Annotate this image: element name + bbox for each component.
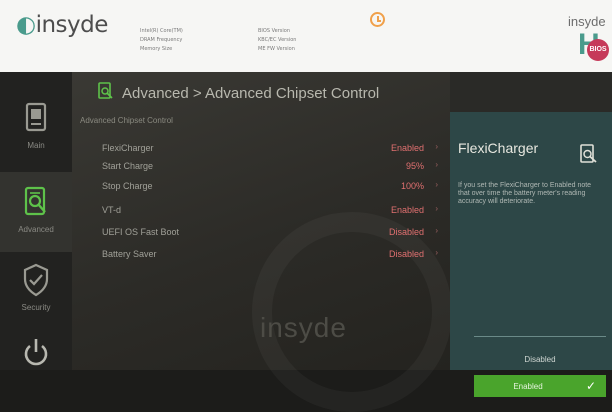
help-description: If you set the FlexiCharger to Enabled n… — [458, 182, 592, 205]
setting-value: 95% — [405, 161, 424, 171]
sidebar-item-advanced[interactable]: Advanced — [0, 172, 72, 252]
setting-label: VT-d — [102, 205, 122, 215]
divider — [474, 336, 606, 337]
setting-value: Enabled — [390, 205, 424, 215]
section-title: Advanced Chipset Control — [80, 116, 173, 125]
memory-size-label: Memory Size — [140, 46, 173, 52]
help-title: FlexiCharger — [458, 140, 539, 156]
setting-value: Enabled — [390, 143, 424, 153]
main-panel: Advanced > Advanced Chipset Control Adva… — [72, 72, 452, 412]
advanced-icon — [24, 186, 46, 216]
insyde-watermark: insyde — [260, 312, 347, 343]
checkmark-icon: ✓ — [585, 379, 596, 393]
main-icon — [25, 102, 47, 132]
sidebar-item-power[interactable] — [0, 322, 72, 402]
setting-label: FlexiCharger — [102, 143, 154, 153]
sidebar-item-label: Advanced — [18, 225, 54, 234]
bios-version-label: BIOS Version — [258, 28, 290, 34]
kbc-ec-version-label: KBC/EC Version — [258, 37, 297, 43]
sidebar-item-label: Security — [21, 303, 51, 312]
setting-row-start-charge[interactable]: Start Charge 95% › — [102, 158, 442, 174]
clock-icon — [370, 12, 385, 27]
chevron-right-icon: › — [435, 160, 438, 169]
insyde-h2o-bios-logo: insyde H BIOS — [560, 8, 610, 68]
setting-row-vt-d[interactable]: VT-d Enabled › — [102, 202, 442, 218]
setting-row-stop-charge[interactable]: Stop Charge 100% › — [102, 178, 442, 194]
setting-label: Battery Saver — [102, 249, 157, 259]
setting-label: Start Charge — [102, 161, 154, 171]
page-title: Advanced > Advanced Chipset Control — [98, 82, 379, 102]
chevron-right-icon: › — [435, 248, 438, 257]
sidebar: Main Advanced Security — [0, 72, 72, 370]
setting-value: Disabled — [388, 227, 424, 237]
setting-row-battery-saver[interactable]: Battery Saver Disabled › — [102, 246, 442, 262]
me-fw-version-label: ME FW Version — [258, 46, 295, 52]
chevron-right-icon: › — [435, 142, 438, 151]
setting-row-flexicharger[interactable]: FlexiCharger Enabled › — [102, 140, 442, 156]
cpu-label: Intel(R) Core(TM) — [140, 28, 183, 34]
setting-value: Disabled — [388, 249, 424, 259]
option-enabled[interactable]: Enabled ✓ — [474, 375, 606, 397]
option-disabled[interactable]: Disabled — [474, 355, 606, 364]
chevron-right-icon: › — [435, 180, 438, 189]
setting-label: UEFI OS Fast Boot — [102, 227, 180, 237]
chevron-right-icon: › — [435, 226, 438, 235]
insyde-logo: ◐insyde — [16, 12, 108, 38]
sidebar-item-label: Main — [27, 141, 45, 150]
setting-row-uefi-os-fast-boot[interactable]: UEFI OS Fast Boot Disabled › — [102, 224, 442, 240]
sidebar-item-security[interactable]: Security — [0, 250, 72, 330]
chevron-right-icon: › — [435, 204, 438, 213]
system-info-right: BIOS Version KBC/EC Version ME FW Versio… — [258, 27, 296, 54]
sidebar-item-main[interactable]: Main — [0, 88, 72, 168]
setting-label: Stop Charge — [102, 181, 153, 191]
advanced-icon — [98, 82, 113, 99]
advanced-icon — [580, 144, 597, 163]
help-panel: FlexiCharger If you set the FlexiCharger… — [450, 72, 612, 397]
bios-header: ◐insyde Intel(R) Core(TM) DRAM Frequency… — [0, 0, 612, 73]
shield-icon — [23, 263, 49, 297]
dram-frequency-label: DRAM Frequency — [140, 37, 183, 43]
power-icon — [24, 339, 48, 366]
option-label: Enabled — [513, 382, 543, 391]
setting-value: 100% — [400, 181, 424, 191]
system-info-left: Intel(R) Core(TM) DRAM Frequency Memory … — [140, 27, 183, 54]
